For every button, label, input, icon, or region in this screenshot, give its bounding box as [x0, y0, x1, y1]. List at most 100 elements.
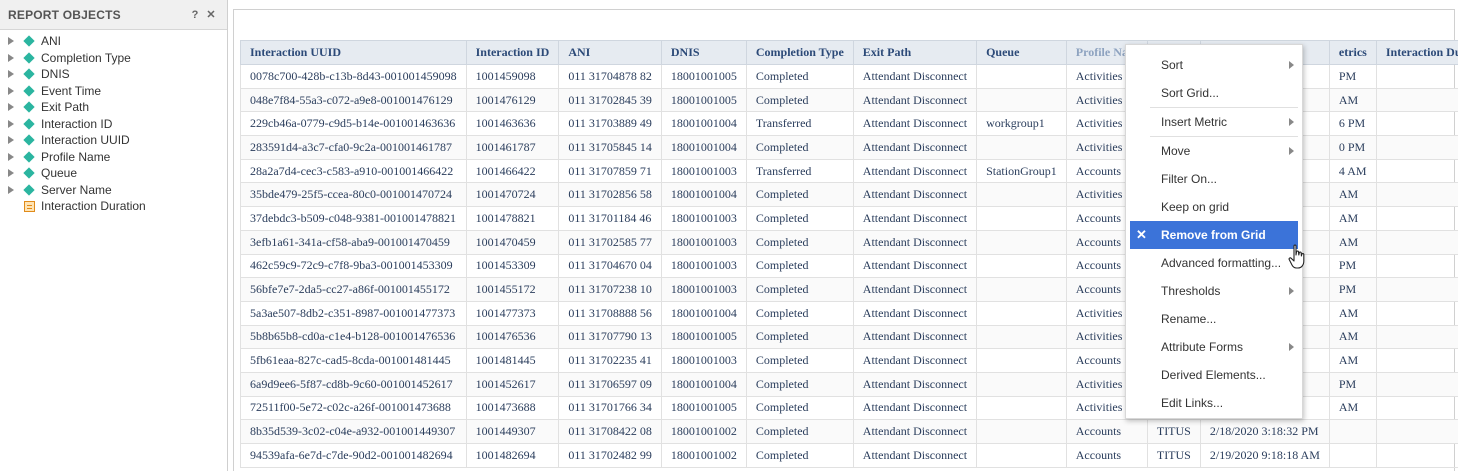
attribute-icon — [23, 184, 35, 196]
menu-item-rename[interactable]: Rename... — [1126, 305, 1302, 333]
expand-arrow-icon[interactable] — [8, 185, 14, 194]
table-cell: 0 — [1375, 324, 1458, 350]
table-cell: Completed — [745, 277, 854, 302]
table-cell: Attendant Disconnect — [852, 300, 978, 326]
submenu-arrow-icon — [1289, 147, 1294, 155]
column-header[interactable]: Interaction UUID — [240, 40, 467, 65]
report-object-item[interactable]: Completion Type — [0, 50, 227, 67]
report-object-item[interactable]: Profile Name — [0, 149, 227, 166]
column-header[interactable]: ANI — [558, 40, 662, 65]
expand-arrow-icon[interactable] — [8, 152, 14, 161]
submenu-arrow-icon — [1289, 118, 1294, 126]
table-cell: 011 31707790 13 — [558, 324, 662, 350]
expand-arrow-icon[interactable] — [8, 169, 14, 178]
table-row[interactable]: 94539afa-6e7d-c7de-90d2-001001482694 1001… — [240, 443, 1458, 468]
table-cell: Attendant Disconnect — [852, 443, 978, 468]
menu-item-edit-links[interactable]: Edit Links... — [1126, 389, 1302, 417]
expand-arrow-icon[interactable] — [8, 70, 14, 79]
menu-item-label: Derived Elements... — [1161, 368, 1266, 382]
table-cell: Completed — [745, 206, 854, 231]
menu-item-label: Edit Links... — [1161, 396, 1224, 410]
menu-item-remove-from-grid[interactable]: ✕ Remove from Grid — [1130, 221, 1298, 249]
expand-arrow-icon[interactable] — [8, 53, 14, 62]
table-cell — [976, 87, 1067, 113]
table-cell: 6a9d9ee6-5f87-cd8b-9c60-001001452617 — [240, 371, 467, 397]
table-cell: 18001001003 — [660, 348, 747, 373]
column-header[interactable]: Exit Path — [852, 40, 978, 65]
report-object-item[interactable]: ANI — [0, 33, 227, 50]
expand-arrow-icon[interactable] — [8, 119, 14, 128]
report-object-label: Profile Name — [41, 149, 111, 164]
table-cell: Completed — [745, 419, 854, 444]
table-cell: Attendant Disconnect — [852, 206, 978, 231]
table-cell: PM — [1328, 277, 1377, 302]
menu-item-attribute-forms[interactable]: Attribute Forms — [1126, 333, 1302, 361]
column-header[interactable]: etrics — [1328, 40, 1377, 65]
table-cell: 283591d4-a3c7-cfa0-9c2a-001001461787 — [240, 135, 467, 160]
menu-item-insert-metric[interactable]: Insert Metric — [1126, 108, 1302, 136]
table-cell: Attendant Disconnect — [852, 253, 978, 279]
table-cell: Accounts — [1065, 419, 1148, 444]
table-cell: 1001449307 — [465, 419, 560, 444]
column-header[interactable]: DNIS — [660, 40, 747, 65]
panel-header: REPORT OBJECTS ? ✕ — [0, 0, 227, 30]
table-cell: 011 31707238 10 — [558, 277, 662, 302]
table-cell: TITUS — [1146, 443, 1201, 468]
menu-item-derived-elements[interactable]: Derived Elements... — [1126, 361, 1302, 389]
table-cell: 18001001004 — [660, 135, 747, 160]
report-object-item[interactable]: Interaction Duration — [0, 198, 227, 215]
menu-item-keep-on-grid[interactable]: Keep on grid — [1126, 193, 1302, 221]
menu-item-filter-on[interactable]: Filter On... — [1126, 165, 1302, 193]
table-cell: 2/18/2020 3:18:32 PM — [1199, 419, 1330, 444]
menu-item-label: Sort Grid... — [1161, 86, 1220, 100]
table-cell: Attendant Disconnect — [852, 182, 978, 208]
column-header[interactable]: Interaction Duration — [1375, 40, 1458, 65]
table-cell: 18001001003 — [660, 277, 747, 302]
table-row[interactable]: 8b35d539-3c02-c04e-a932-001001449307 1001… — [240, 419, 1458, 444]
table-cell: 18001001004 — [660, 371, 747, 397]
report-object-item[interactable]: DNIS — [0, 66, 227, 83]
table-cell: Attendant Disconnect — [852, 229, 978, 255]
table-cell: AM — [1328, 87, 1377, 113]
table-cell: 011 31702856 58 — [558, 182, 662, 208]
help-button[interactable]: ? — [187, 9, 203, 21]
close-panel-button[interactable]: ✕ — [203, 8, 219, 21]
expand-arrow-icon[interactable] — [8, 86, 14, 95]
column-header[interactable]: Interaction ID — [465, 40, 560, 65]
table-cell: 1001481445 — [465, 348, 560, 373]
table-cell: 18001001005 — [660, 64, 747, 89]
panel-title: REPORT OBJECTS — [8, 7, 121, 22]
table-cell: 0 — [1375, 277, 1458, 302]
menu-item-advanced-formatting[interactable]: Advanced formatting... — [1126, 249, 1302, 277]
expand-arrow-icon[interactable] — [8, 103, 14, 112]
table-cell: 011 31708422 08 — [558, 419, 662, 444]
menu-item-sort[interactable]: Sort — [1126, 51, 1302, 79]
report-object-item[interactable]: Exit Path — [0, 99, 227, 116]
menu-item-move[interactable]: Move — [1126, 137, 1302, 165]
table-cell: 0 — [1375, 111, 1458, 137]
table-cell — [976, 419, 1067, 444]
column-header[interactable]: Queue — [976, 40, 1067, 65]
column-header[interactable]: Completion Type — [745, 40, 854, 65]
table-cell: TITUS — [1146, 419, 1201, 444]
menu-item-label: Filter On... — [1161, 172, 1218, 186]
table-cell: 011 31701766 34 — [558, 395, 662, 421]
report-object-item[interactable]: Interaction UUID — [0, 132, 227, 149]
menu-item-thresholds[interactable]: Thresholds — [1126, 277, 1302, 305]
menu-item-sort-grid[interactable]: Sort Grid... — [1126, 79, 1302, 107]
table-cell: 0 — [1375, 419, 1458, 444]
table-cell: 56bfe7e7-2da5-cc27-a86f-001001455172 — [240, 277, 467, 302]
table-cell: 6 PM — [1328, 111, 1377, 137]
table-cell: 011 31707859 71 — [558, 158, 662, 184]
expand-arrow-icon[interactable] — [8, 37, 14, 46]
table-cell: AM — [1328, 348, 1377, 373]
table-cell: Attendant Disconnect — [852, 324, 978, 350]
expand-arrow-icon[interactable] — [8, 136, 14, 145]
submenu-arrow-icon — [1289, 343, 1294, 351]
report-object-item[interactable]: Interaction ID — [0, 116, 227, 133]
report-object-item[interactable]: Queue — [0, 165, 227, 182]
table-cell: 0 — [1375, 158, 1458, 184]
report-object-item[interactable]: Server Name — [0, 182, 227, 199]
attribute-icon — [23, 35, 35, 47]
report-object-item[interactable]: Event Time — [0, 83, 227, 100]
